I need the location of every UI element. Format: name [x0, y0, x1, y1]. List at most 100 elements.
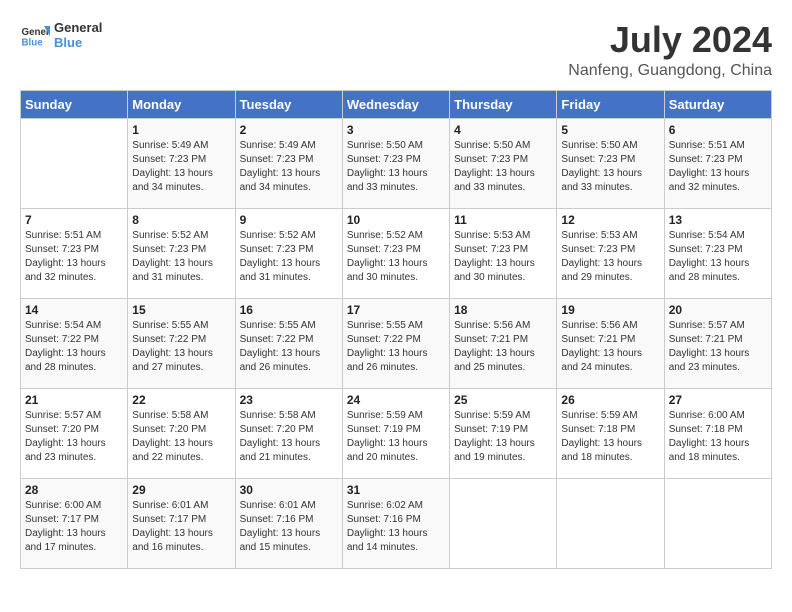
- day-number: 17: [347, 303, 445, 317]
- day-info: Sunrise: 5:49 AMSunset: 7:23 PMDaylight:…: [240, 139, 338, 195]
- day-number: 6: [669, 123, 767, 137]
- day-number: 14: [25, 303, 123, 317]
- day-number: 18: [454, 303, 552, 317]
- day-info: Sunrise: 5:50 AMSunset: 7:23 PMDaylight:…: [347, 139, 445, 195]
- day-number: 4: [454, 123, 552, 137]
- calendar-day-cell: 13Sunrise: 5:54 AMSunset: 7:23 PMDayligh…: [664, 208, 771, 298]
- day-info: Sunrise: 5:52 AMSunset: 7:23 PMDaylight:…: [240, 229, 338, 285]
- day-number: 22: [132, 393, 230, 407]
- logo-line1: General: [54, 20, 102, 35]
- day-number: 24: [347, 393, 445, 407]
- day-number: 28: [25, 483, 123, 497]
- calendar-day-cell: [450, 478, 557, 568]
- calendar-day-cell: 10 Sunrise: 5:52 AMSunset: 7:23 PMDayligh…: [342, 208, 449, 298]
- calendar-day-cell: 2Sunrise: 5:49 AMSunset: 7:23 PMDaylight…: [235, 118, 342, 208]
- day-number: 16: [240, 303, 338, 317]
- calendar-day-cell: 5 Sunrise: 5:50 AMSunset: 7:23 PMDaylight…: [557, 118, 664, 208]
- day-number: 25: [454, 393, 552, 407]
- calendar-day-cell: [21, 118, 128, 208]
- calendar-day-cell: [664, 478, 771, 568]
- day-number: 5: [561, 123, 659, 137]
- weekday-header-cell: Wednesday: [342, 90, 449, 118]
- calendar-week-row: 7Sunrise: 5:51 AMSunset: 7:23 PMDaylight…: [21, 208, 772, 298]
- calendar-week-row: 1 Sunrise: 5:49 AMSunset: 7:23 PMDaylight…: [21, 118, 772, 208]
- calendar-table: SundayMondayTuesdayWednesdayThursdayFrid…: [20, 90, 772, 569]
- calendar-day-cell: 28 Sunrise: 6:00 AMSunset: 7:17 PMDayligh…: [21, 478, 128, 568]
- calendar-day-cell: 16 Sunrise: 5:55 AMSunset: 7:22 PMDayligh…: [235, 298, 342, 388]
- day-info: Sunrise: 5:54 AMSunset: 7:22 PMDaylight:…: [25, 319, 123, 375]
- day-number: 30: [240, 483, 338, 497]
- calendar-day-cell: 21Sunrise: 5:57 AMSunset: 7:20 PMDayligh…: [21, 388, 128, 478]
- day-info: Sunrise: 5:49 AMSunset: 7:23 PMDaylight:…: [132, 139, 230, 195]
- calendar-day-cell: 12Sunrise: 5:53 AMSunset: 7:23 PMDayligh…: [557, 208, 664, 298]
- calendar-day-cell: 9 Sunrise: 5:52 AMSunset: 7:23 PMDaylight…: [235, 208, 342, 298]
- weekday-header-cell: Friday: [557, 90, 664, 118]
- day-number: 13: [669, 213, 767, 227]
- logo-icon: General Blue: [20, 20, 50, 50]
- calendar-day-cell: 31 Sunrise: 6:02 AMSunset: 7:16 PMDayligh…: [342, 478, 449, 568]
- day-info: Sunrise: 5:56 AMSunset: 7:21 PMDaylight:…: [454, 319, 552, 375]
- day-info: Sunrise: 5:53 AMSunset: 7:23 PMDaylight:…: [454, 229, 552, 285]
- day-info: Sunrise: 5:51 AMSunset: 7:23 PMDaylight:…: [669, 139, 767, 195]
- day-info: Sunrise: 5:51 AMSunset: 7:23 PMDaylight:…: [25, 229, 123, 285]
- day-number: 3: [347, 123, 445, 137]
- weekday-header-cell: Thursday: [450, 90, 557, 118]
- day-number: 9: [240, 213, 338, 227]
- calendar-day-cell: 22Sunrise: 5:58 AMSunset: 7:20 PMDayligh…: [128, 388, 235, 478]
- svg-text:Blue: Blue: [22, 38, 44, 49]
- day-info: Sunrise: 5:59 AMSunset: 7:18 PMDaylight:…: [561, 409, 659, 465]
- day-info: Sunrise: 6:02 AMSunset: 7:16 PMDaylight:…: [347, 499, 445, 555]
- day-number: 23: [240, 393, 338, 407]
- weekday-header-cell: Sunday: [21, 90, 128, 118]
- calendar-day-cell: 29Sunrise: 6:01 AMSunset: 7:17 PMDayligh…: [128, 478, 235, 568]
- calendar-day-cell: 20Sunrise: 5:57 AMSunset: 7:21 PMDayligh…: [664, 298, 771, 388]
- calendar-week-row: 21Sunrise: 5:57 AMSunset: 7:20 PMDayligh…: [21, 388, 772, 478]
- day-info: Sunrise: 5:56 AMSunset: 7:21 PMDaylight:…: [561, 319, 659, 375]
- calendar-day-cell: 7Sunrise: 5:51 AMSunset: 7:23 PMDaylight…: [21, 208, 128, 298]
- day-info: Sunrise: 6:01 AMSunset: 7:16 PMDaylight:…: [240, 499, 338, 555]
- month-title: July 2024: [568, 20, 772, 60]
- calendar-day-cell: 18 Sunrise: 5:56 AMSunset: 7:21 PMDayligh…: [450, 298, 557, 388]
- day-info: Sunrise: 6:00 AMSunset: 7:17 PMDaylight:…: [25, 499, 123, 555]
- calendar-day-cell: 6 Sunrise: 5:51 AMSunset: 7:23 PMDaylight…: [664, 118, 771, 208]
- day-number: 10: [347, 213, 445, 227]
- day-info: Sunrise: 5:58 AMSunset: 7:20 PMDaylight:…: [240, 409, 338, 465]
- title-block: July 2024 Nanfeng, Guangdong, China: [568, 20, 772, 80]
- weekday-header-row: SundayMondayTuesdayWednesdayThursdayFrid…: [21, 90, 772, 118]
- day-info: Sunrise: 6:00 AMSunset: 7:18 PMDaylight:…: [669, 409, 767, 465]
- day-info: Sunrise: 5:57 AMSunset: 7:20 PMDaylight:…: [25, 409, 123, 465]
- day-number: 19: [561, 303, 659, 317]
- day-number: 8: [132, 213, 230, 227]
- calendar-day-cell: 11 Sunrise: 5:53 AMSunset: 7:23 PMDayligh…: [450, 208, 557, 298]
- day-info: Sunrise: 6:01 AMSunset: 7:17 PMDaylight:…: [132, 499, 230, 555]
- day-info: Sunrise: 5:50 AMSunset: 7:23 PMDaylight:…: [561, 139, 659, 195]
- calendar-body: 1 Sunrise: 5:49 AMSunset: 7:23 PMDaylight…: [21, 118, 772, 568]
- day-number: 26: [561, 393, 659, 407]
- day-number: 27: [669, 393, 767, 407]
- day-number: 1: [132, 123, 230, 137]
- day-number: 15: [132, 303, 230, 317]
- calendar-day-cell: 26 Sunrise: 5:59 AMSunset: 7:18 PMDayligh…: [557, 388, 664, 478]
- calendar-day-cell: 24Sunrise: 5:59 AMSunset: 7:19 PMDayligh…: [342, 388, 449, 478]
- weekday-header-cell: Saturday: [664, 90, 771, 118]
- day-info: Sunrise: 5:52 AMSunset: 7:23 PMDaylight:…: [347, 229, 445, 285]
- calendar-day-cell: 8 Sunrise: 5:52 AMSunset: 7:23 PMDaylight…: [128, 208, 235, 298]
- calendar-day-cell: 15 Sunrise: 5:55 AMSunset: 7:22 PMDayligh…: [128, 298, 235, 388]
- calendar-day-cell: 27 Sunrise: 6:00 AMSunset: 7:18 PMDayligh…: [664, 388, 771, 478]
- day-info: Sunrise: 5:52 AMSunset: 7:23 PMDaylight:…: [132, 229, 230, 285]
- day-number: 12: [561, 213, 659, 227]
- day-info: Sunrise: 5:50 AMSunset: 7:23 PMDaylight:…: [454, 139, 552, 195]
- calendar-week-row: 28 Sunrise: 6:00 AMSunset: 7:17 PMDayligh…: [21, 478, 772, 568]
- calendar-day-cell: 30 Sunrise: 6:01 AMSunset: 7:16 PMDayligh…: [235, 478, 342, 568]
- day-number: 11: [454, 213, 552, 227]
- calendar-day-cell: 19 Sunrise: 5:56 AMSunset: 7:21 PMDayligh…: [557, 298, 664, 388]
- calendar-day-cell: 4 Sunrise: 5:50 AMSunset: 7:23 PMDaylight…: [450, 118, 557, 208]
- day-info: Sunrise: 5:55 AMSunset: 7:22 PMDaylight:…: [132, 319, 230, 375]
- day-number: 31: [347, 483, 445, 497]
- weekday-header-cell: Monday: [128, 90, 235, 118]
- day-info: Sunrise: 5:55 AMSunset: 7:22 PMDaylight:…: [347, 319, 445, 375]
- calendar-day-cell: 17 Sunrise: 5:55 AMSunset: 7:22 PMDayligh…: [342, 298, 449, 388]
- day-info: Sunrise: 5:55 AMSunset: 7:22 PMDaylight:…: [240, 319, 338, 375]
- calendar-day-cell: 14 Sunrise: 5:54 AMSunset: 7:22 PMDayligh…: [21, 298, 128, 388]
- calendar-day-cell: 25Sunrise: 5:59 AMSunset: 7:19 PMDayligh…: [450, 388, 557, 478]
